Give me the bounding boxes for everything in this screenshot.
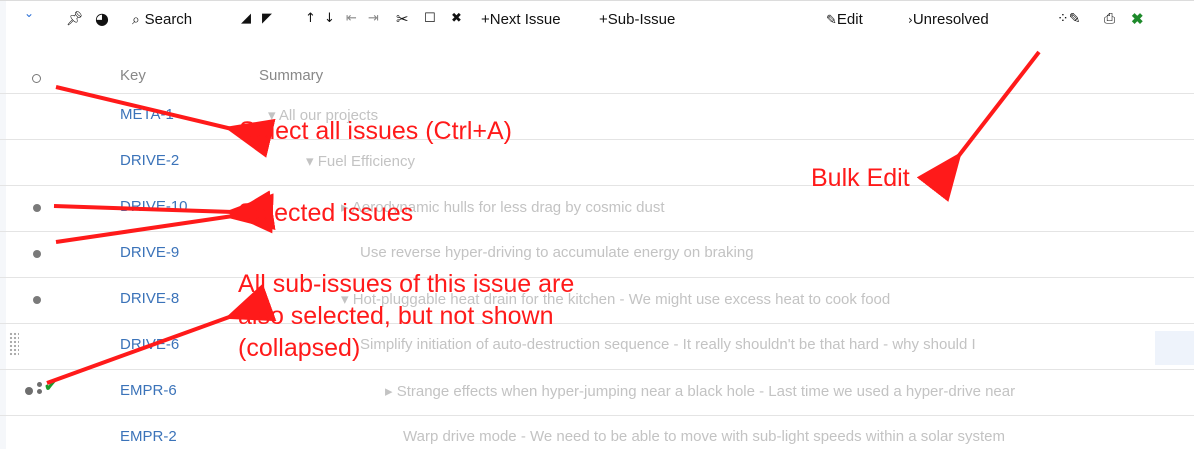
annotation-selected-issues: Selected issues — [238, 199, 414, 227]
arrow-select-all — [55, 85, 276, 158]
annotation-sub-issues-line1: All sub-issues of this issue are — [238, 270, 575, 298]
annotation-select-all: Select all issues (Ctrl+A) — [239, 117, 512, 145]
annotation-bulk-edit: Bulk Edit — [811, 164, 910, 192]
arrow-selected-1 — [53, 193, 274, 234]
structure-window: ⌄ 📌︎ ◕ ⌕ Search ◢ ◤ ↑ ↓ ⇤ ⇥ ✂ ☐ ✖ +Next … — [0, 0, 1194, 449]
arrow-bulk-edit — [916, 50, 1041, 202]
annotation-sub-issues-line3: (collapsed) — [238, 334, 361, 362]
arrow-selected-2 — [55, 190, 276, 244]
arrow-sub-issues — [46, 283, 277, 385]
annotation-arrows — [46, 50, 1041, 385]
annotation-sub-issues-line2: also selected, but not shown — [238, 302, 554, 330]
